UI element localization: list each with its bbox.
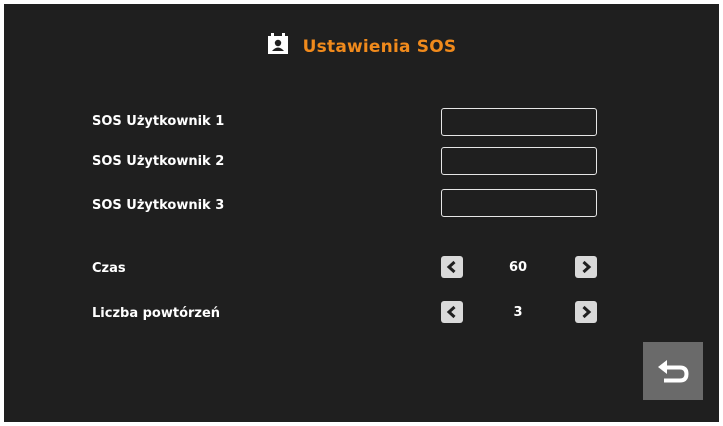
chevron-right-icon	[582, 260, 592, 274]
chevron-left-icon	[446, 305, 456, 319]
return-arrow-icon	[658, 360, 689, 383]
chevron-left-icon	[446, 260, 456, 274]
back-button[interactable]	[643, 342, 703, 400]
contact-card-icon	[267, 33, 289, 55]
sos-user-2-label: SOS Użytkownik 2	[92, 154, 225, 169]
repeat-count-value: 3	[513, 305, 523, 320]
page-title: Ustawienia SOS	[302, 37, 457, 57]
repeat-increase-button[interactable]	[575, 301, 597, 323]
time-increase-button[interactable]	[575, 256, 597, 278]
sos-user-3-field[interactable]	[441, 189, 597, 217]
sos-user-2-field[interactable]	[441, 147, 597, 175]
sos-user-1-field[interactable]	[441, 108, 597, 136]
time-label: Czas	[92, 261, 126, 276]
repeat-decrease-button[interactable]	[441, 301, 463, 323]
time-decrease-button[interactable]	[441, 256, 463, 278]
sos-user-1-label: SOS Użytkownik 1	[92, 114, 225, 129]
sos-user-3-label: SOS Użytkownik 3	[92, 198, 225, 213]
repeat-count-label: Liczba powtórzeń	[92, 306, 221, 321]
sos-settings-screen: Ustawienia SOS SOS Użytkownik 1 SOS Użyt…	[4, 4, 719, 422]
time-value: 60	[508, 260, 528, 275]
header: Ustawienia SOS	[4, 32, 719, 62]
chevron-right-icon	[582, 305, 592, 319]
